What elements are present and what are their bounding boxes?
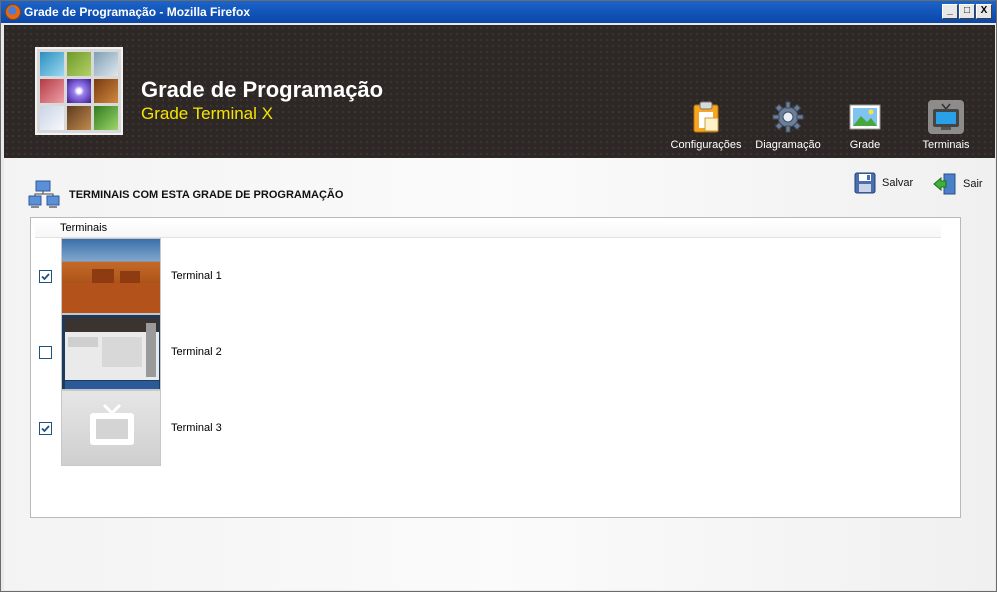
window-controls: _ □ X xyxy=(942,4,992,19)
tv-placeholder-icon xyxy=(61,390,161,466)
window-title: Grade de Programação - Mozilla Firefox xyxy=(24,5,251,19)
save-button[interactable]: Salvar xyxy=(854,172,913,194)
list-item[interactable]: Terminal 2 xyxy=(31,314,960,390)
clipboard-icon xyxy=(689,100,723,134)
picture-icon xyxy=(848,100,882,134)
terminal-thumbnail xyxy=(61,314,161,390)
nav-label: Grade xyxy=(849,139,881,151)
terminal-thumbnail xyxy=(61,238,161,314)
terminal-label: Terminal 2 xyxy=(171,346,222,358)
terminal-checkbox[interactable] xyxy=(39,270,52,283)
app-subtitle: Grade Terminal X xyxy=(141,104,273,123)
tv-icon xyxy=(928,100,964,134)
exit-label: Sair xyxy=(963,178,983,190)
app-header: Grade de Programação Grade Terminal X Co… xyxy=(4,25,995,158)
maximize-button[interactable]: □ xyxy=(959,4,975,19)
firefox-icon xyxy=(5,4,21,20)
browser-window: Grade de Programação - Mozilla Firefox _… xyxy=(0,0,997,592)
gear-icon xyxy=(771,100,805,134)
floppy-icon xyxy=(854,172,876,194)
nav-configuracoes[interactable]: Configurações xyxy=(666,100,746,151)
nav-label: Terminais xyxy=(922,139,970,151)
window-titlebar: Grade de Programação - Mozilla Firefox _… xyxy=(1,1,996,23)
list-item[interactable]: Terminal 1 xyxy=(31,238,960,314)
nav-label: Diagramação xyxy=(755,139,821,151)
exit-button[interactable]: Sair xyxy=(933,172,983,196)
nav-label: Configurações xyxy=(670,139,742,151)
terminal-checkbox[interactable] xyxy=(39,422,52,435)
terminal-checkbox[interactable] xyxy=(39,346,52,359)
close-button[interactable]: X xyxy=(976,4,992,19)
app-title: Grade de Programação xyxy=(141,77,384,102)
minimize-button[interactable]: _ xyxy=(942,4,958,19)
nav-diagramacao[interactable]: Diagramação xyxy=(748,100,828,151)
nav-grade[interactable]: Grade xyxy=(825,100,905,151)
app-logo xyxy=(35,47,123,135)
exit-door-icon xyxy=(933,173,956,195)
terminals-list: Terminais Terminal 1 Terminal 2 Terminal… xyxy=(30,217,961,518)
nav-terminais[interactable]: Terminais xyxy=(906,100,986,151)
list-item[interactable]: Terminal 3 xyxy=(31,390,960,466)
terminal-label: Terminal 3 xyxy=(171,422,222,434)
save-label: Salvar xyxy=(882,177,914,189)
column-header-terminais[interactable]: Terminais xyxy=(35,220,941,238)
main-content: TERMINAIS COM ESTA GRADE DE PROGRAMAÇÃO … xyxy=(4,158,995,590)
network-icon xyxy=(28,180,62,210)
terminal-label: Terminal 1 xyxy=(171,270,222,282)
section-title: TERMINAIS COM ESTA GRADE DE PROGRAMAÇÃO xyxy=(69,189,344,201)
